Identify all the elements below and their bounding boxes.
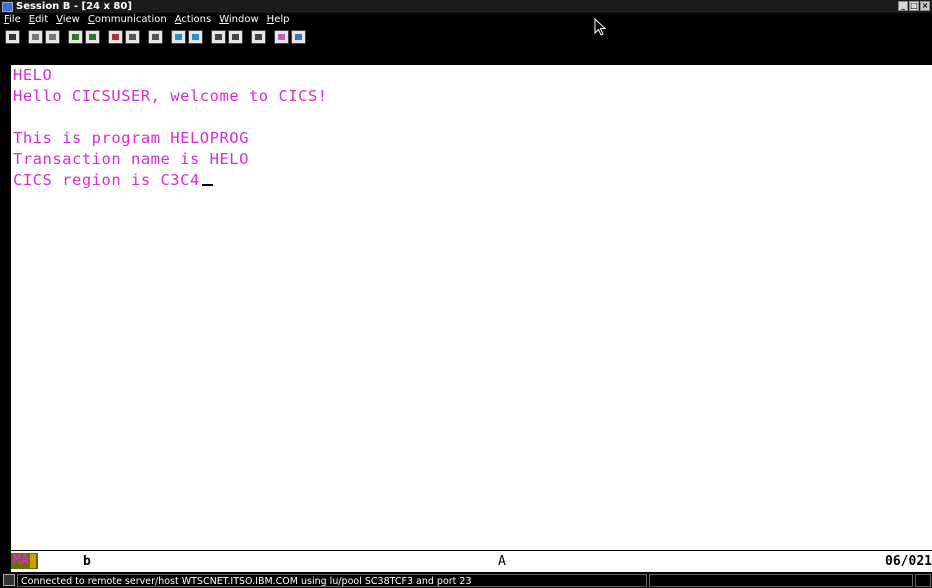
toolbar-group [171,30,205,44]
toolbar-group [108,30,142,44]
copy-icon[interactable] [28,30,43,44]
paste-icon[interactable] [45,30,60,44]
status-bar: Connected to remote server/host WTSCNET.… [0,572,932,588]
minimize-button[interactable]: _ [898,1,908,11]
terminal-line: Hello CICSUSER, welcome to CICS! [13,87,328,105]
cursor-position: 06/021 [885,554,932,569]
menu-file[interactable]: File [4,13,21,27]
mouse-pointer-icon [594,18,607,36]
customize-icon[interactable] [251,30,266,44]
window-controls: _ □ × [898,1,930,11]
toolbar-group [148,30,165,44]
operator-info-area: MA b A 06/021 [11,550,932,572]
toolbar-group [68,30,102,44]
menu-label-rest: ctions [181,14,212,25]
terminal-line-text: HELO [13,66,53,84]
oia-indicator: MA [11,553,38,569]
text-cursor [201,184,213,186]
status-pane [649,573,913,587]
menu-edit[interactable]: Edit [29,13,48,27]
terminal-line-text: Hello CICSUSER, welcome to CICS! [13,87,328,105]
disconnect-icon[interactable] [188,30,203,44]
status-message: Connected to remote server/host WTSCNET.… [17,573,647,587]
terminal-line-text: CICS region is C3C4 [13,171,200,189]
terminal-screen[interactable]: HELO Hello CICSUSER, welcome to CICS! This… [11,65,932,550]
oia-mode: b [83,554,91,569]
close-button[interactable]: × [920,1,930,11]
menu-communication[interactable]: Communication [88,13,167,27]
display-keypad-icon[interactable] [108,30,123,44]
edit-icon[interactable] [291,30,306,44]
terminal-line-text: Transaction name is HELO [13,150,249,168]
menu-label-rest: dit [35,14,49,25]
title-bar[interactable]: Session B - [24 x 80] _ □ × [0,0,932,13]
color-palette-icon[interactable] [274,30,289,44]
oia-field: A [498,554,506,569]
menu-bar: File Edit View Communication Actions Window He… [0,13,932,27]
menu-mnemonic: C [87,14,95,25]
connect-icon[interactable] [171,30,186,44]
print-screen-icon[interactable] [5,30,20,44]
menu-label-rest: indow [228,14,259,25]
batch-connect-icon[interactable] [211,30,226,44]
menu-label-rest: iew [62,14,80,25]
connection-icon [3,574,15,586]
resize-grip-icon[interactable] [915,573,931,587]
menu-help[interactable]: Help [267,13,290,27]
toolbar-group [28,30,62,44]
terminal-line: CICS region is C3C4 [13,171,213,189]
batch-disconnect-icon[interactable] [228,30,243,44]
receive-file-icon[interactable] [85,30,100,44]
send-file-icon[interactable] [68,30,83,44]
terminal-line: Transaction name is HELO [13,150,249,168]
app-icon[interactable] [2,1,13,12]
record-macro-icon[interactable] [125,30,140,44]
toolbar-group [251,30,268,44]
maximize-button[interactable]: □ [909,1,919,11]
menu-label-rest: ommunication [94,14,167,25]
toolbar-group [5,30,22,44]
terminal-line: HELO [13,66,52,84]
menu-mnemonic: W [219,14,229,25]
toolbar [0,27,932,65]
menu-label-rest: elp [274,14,290,25]
toolbar-group [211,30,245,44]
menu-view[interactable]: View [56,13,80,27]
menu-label-rest: ile [9,14,21,25]
menu-actions[interactable]: Actions [175,13,212,27]
menu-mnemonic: V [56,14,63,25]
terminal-line-text: This is program HELOPROG [13,129,249,147]
toolbar-group [274,30,308,44]
play-macro-icon[interactable] [148,30,163,44]
terminal-line: This is program HELOPROG [13,129,249,147]
menu-window[interactable]: Window [219,13,258,27]
window-title: Session B - [24 x 80] [16,1,132,12]
